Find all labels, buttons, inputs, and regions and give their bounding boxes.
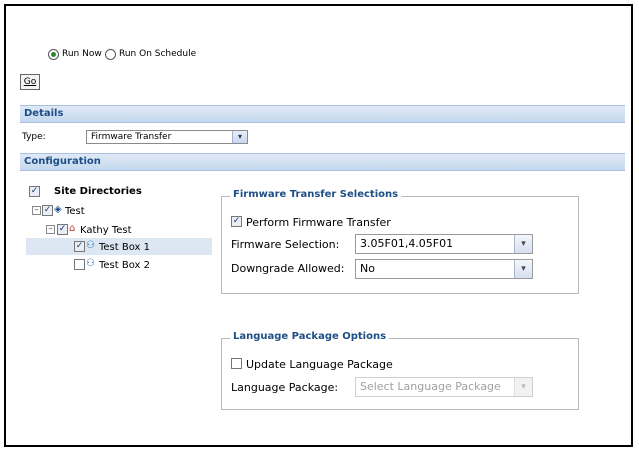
site-directories-checkbox[interactable]: ✓ <box>29 186 40 197</box>
type-select-value: Firmware Transfer <box>91 132 172 142</box>
run-on-schedule-label: Run On Schedule <box>119 49 197 59</box>
firmware-legend: Firmware Transfer Selections <box>230 189 402 200</box>
perform-firmware-transfer-checkbox[interactable]: ✓ <box>231 216 242 227</box>
tree-checkbox-test-box-1[interactable]: ✓ <box>74 241 85 252</box>
radio-selected-dot <box>51 52 56 57</box>
language-package-fieldset: Language Package Options <box>221 331 579 410</box>
collapse-icon[interactable]: – <box>46 225 55 234</box>
tree-item-test-box-2[interactable]: Test Box 2 <box>99 260 150 271</box>
chevron-down-icon: ▾ <box>514 235 532 253</box>
language-legend: Language Package Options <box>230 331 390 342</box>
site-icon: ◈ <box>54 204 62 215</box>
folder-icon: ⌂ <box>69 223 76 234</box>
language-package-select[interactable]: Select Language Package ▾ <box>355 377 533 397</box>
details-header: Details <box>20 105 625 123</box>
run-now-label: Run Now <box>62 49 102 59</box>
tree-checkbox-test-box-2[interactable] <box>74 259 85 270</box>
language-package-placeholder: Select Language Package <box>360 380 501 393</box>
update-language-package-checkbox[interactable] <box>231 358 242 369</box>
firmware-selection-value: 3.05F01,4.05F01 <box>360 237 454 250</box>
tree-checkbox-kathy-test[interactable]: ✓ <box>57 224 68 235</box>
configuration-header: Configuration <box>20 153 625 171</box>
firmware-selection-select[interactable]: 3.05F01,4.05F01 ▾ <box>355 234 533 254</box>
tree-item-kathy-test[interactable]: Kathy Test <box>80 225 132 236</box>
collapse-icon[interactable]: – <box>32 206 41 215</box>
device-icon: ⚇ <box>86 258 95 269</box>
downgrade-allowed-select[interactable]: No ▾ <box>355 259 533 279</box>
run-on-schedule-radio[interactable] <box>105 49 116 60</box>
language-package-label: Language Package: <box>231 381 339 394</box>
chevron-down-icon: ▾ <box>514 260 532 278</box>
device-icon: ⚇ <box>86 240 95 251</box>
downgrade-allowed-label: Downgrade Allowed: <box>231 262 345 275</box>
run-now-radio[interactable] <box>48 49 59 60</box>
tree-checkbox-test[interactable]: ✓ <box>42 205 53 216</box>
perform-firmware-transfer-label: Perform Firmware Transfer <box>246 216 391 229</box>
update-language-package-label: Update Language Package <box>246 358 393 371</box>
type-select[interactable]: Firmware Transfer ▾ <box>86 130 248 144</box>
tree-item-test[interactable]: Test <box>65 206 85 217</box>
tree-root-label: Site Directories <box>54 186 142 197</box>
go-button[interactable]: Go <box>20 74 40 90</box>
downgrade-allowed-value: No <box>360 262 375 275</box>
firmware-selection-label: Firmware Selection: <box>231 238 340 251</box>
tree-item-test-box-1[interactable]: Test Box 1 <box>99 242 150 253</box>
chevron-down-icon: ▾ <box>514 378 532 396</box>
chevron-down-icon: ▾ <box>232 131 247 143</box>
type-label: Type: <box>22 132 46 142</box>
